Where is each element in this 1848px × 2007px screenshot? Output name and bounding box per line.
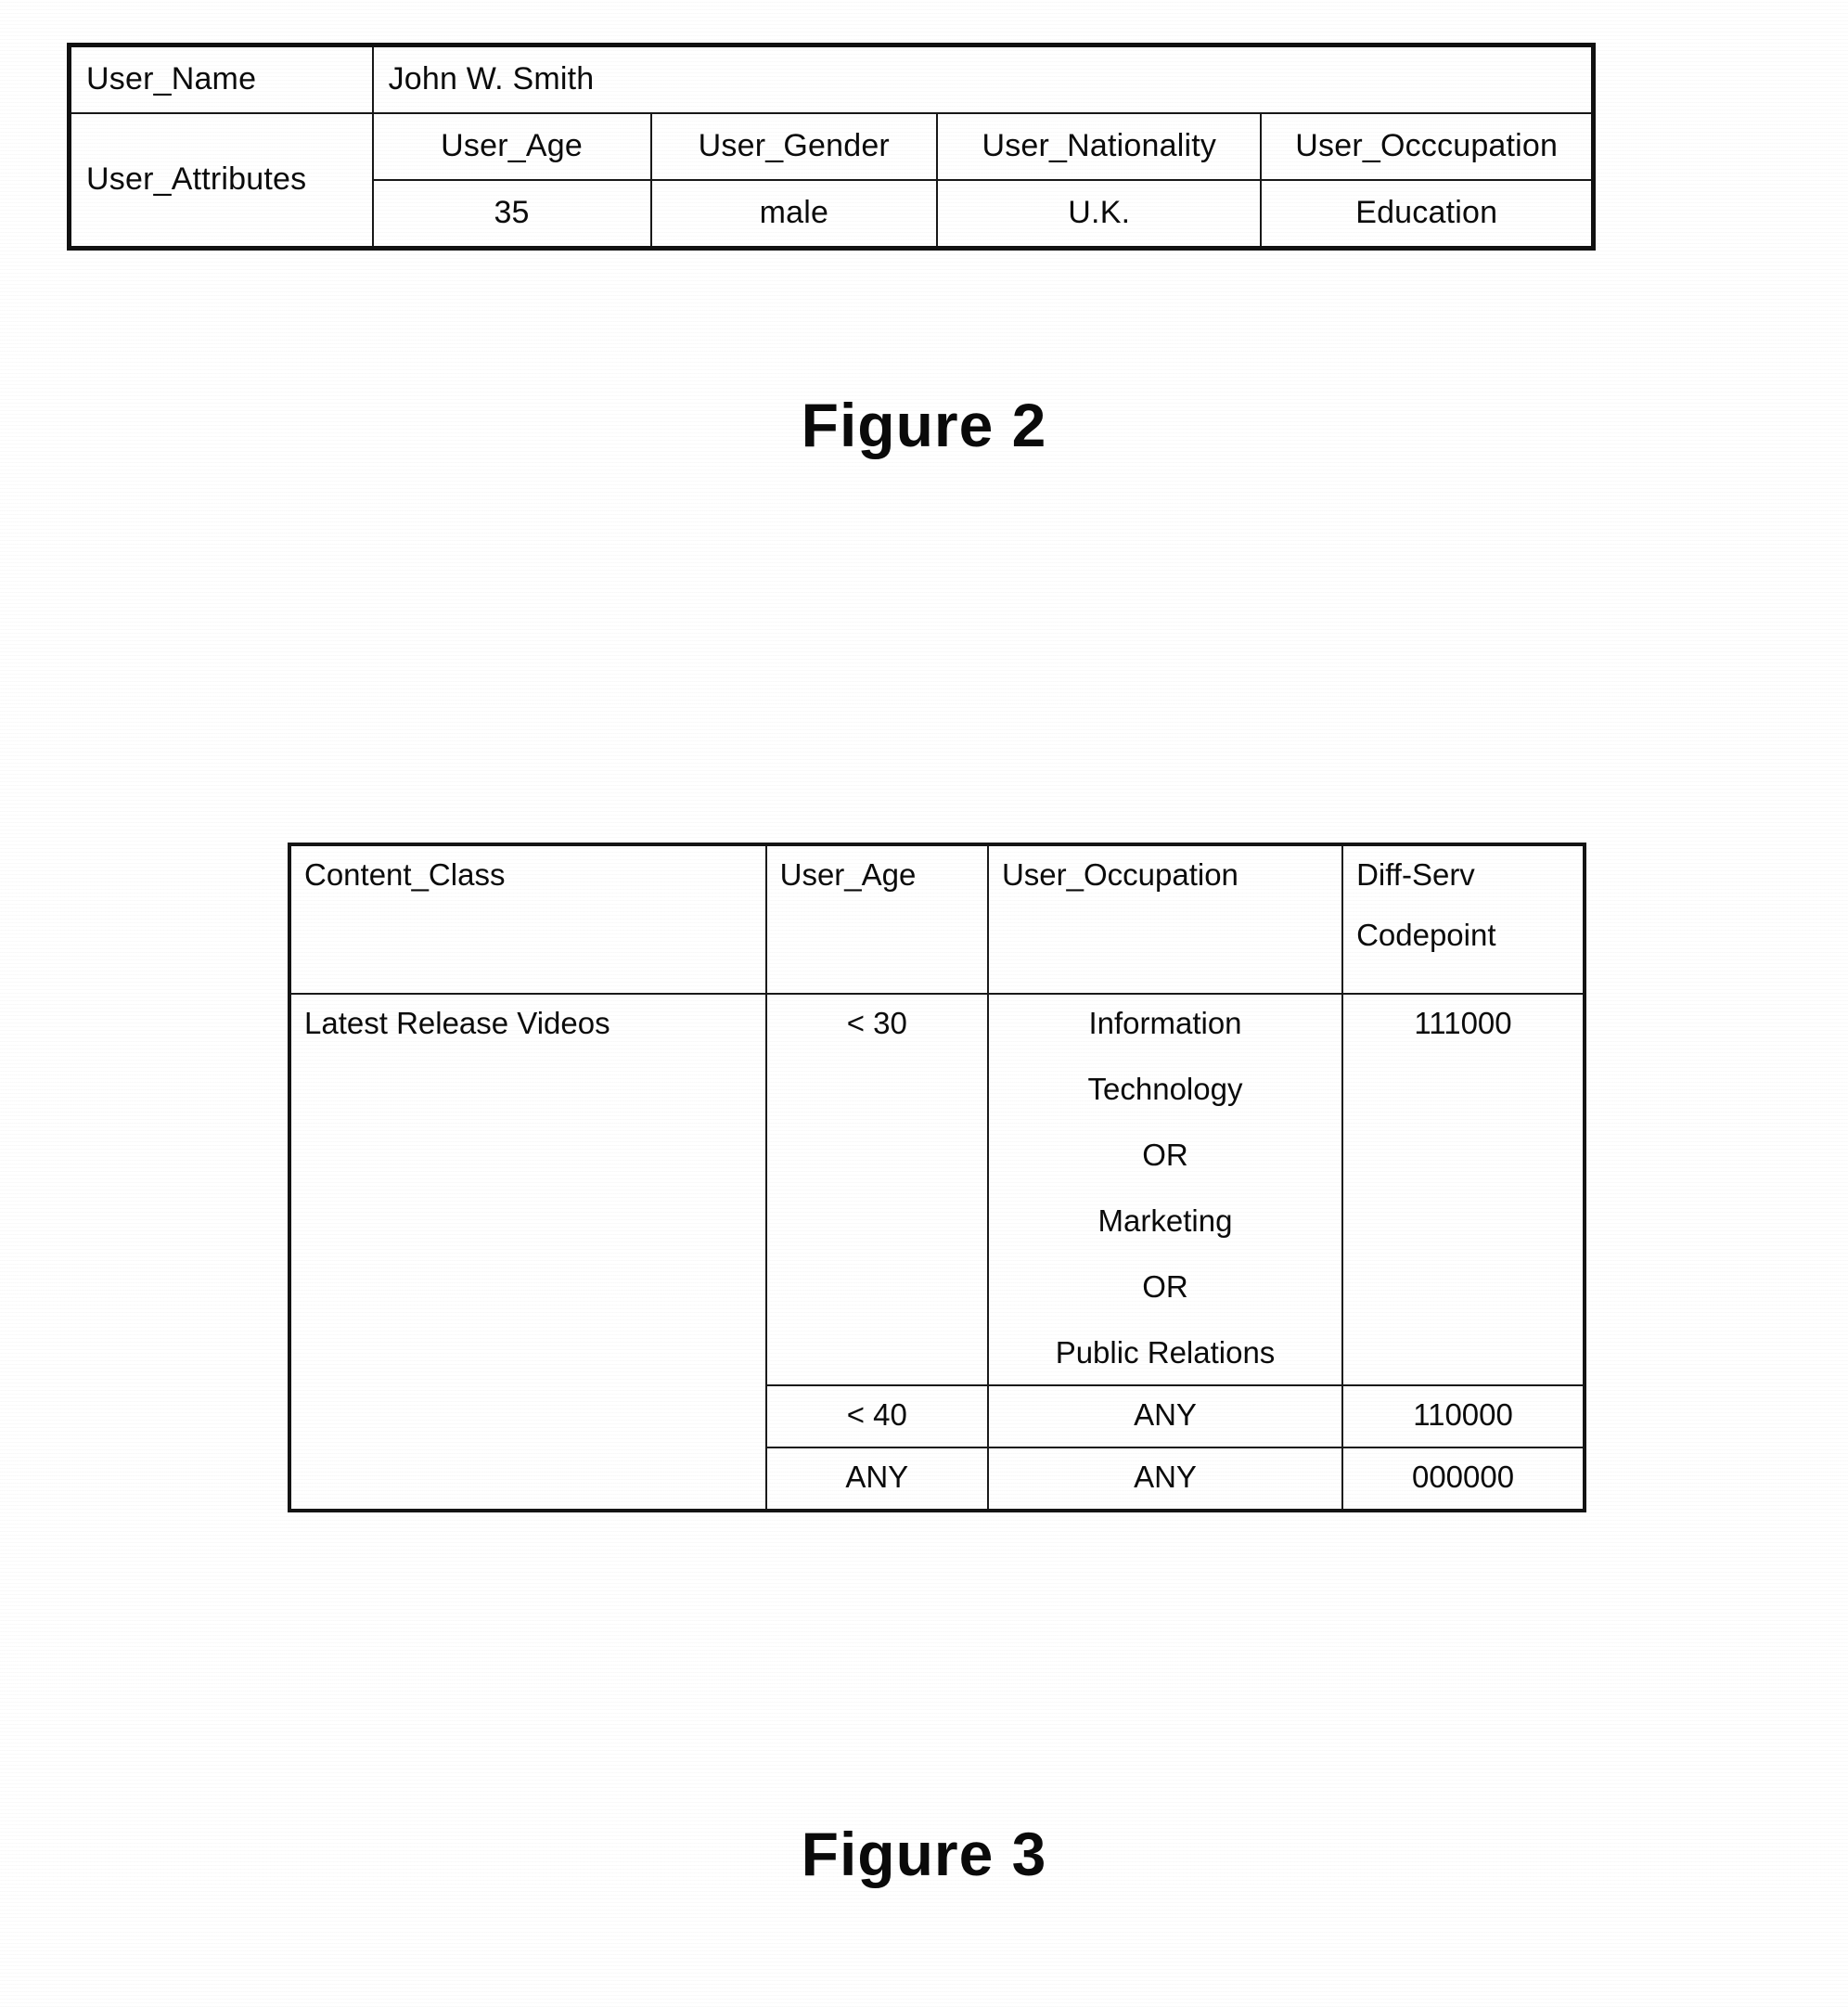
user-occupation-line-6: Public Relations bbox=[1055, 1334, 1276, 1370]
figure-3-caption: Figure 3 bbox=[801, 1820, 1047, 1888]
cell-user-attributes-label: User_Attributes bbox=[68, 112, 374, 250]
cell-header-content-class: Content_Class bbox=[289, 843, 767, 995]
cell-user-age-row-2: < 40 bbox=[764, 1383, 989, 1448]
cell-value-user-nationality: U.K. bbox=[936, 179, 1263, 250]
figure-3-table-container: Content_Class User_Age User_Occupation D… bbox=[288, 843, 1586, 1512]
header-user-age-text: User_Age bbox=[779, 857, 917, 892]
cell-diff-serv-codepoint-row-2: 110000 bbox=[1341, 1383, 1585, 1448]
cell-user-occupation-row-1: Information Technology OR Marketing OR P… bbox=[986, 993, 1344, 1386]
cell-diff-serv-codepoint-row-3: 000000 bbox=[1341, 1446, 1585, 1512]
user-occupation-line-1: Information bbox=[1088, 1006, 1242, 1040]
cell-user-name-value: John W. Smith bbox=[371, 44, 1595, 115]
figure-2-caption: Figure 2 bbox=[801, 391, 1047, 459]
header-diff-serv-line-2: Codepoint bbox=[1356, 917, 1496, 952]
user-occupation-line-3: OR bbox=[1142, 1137, 1188, 1172]
table-row: User_Attributes User_Age User_Gender Use… bbox=[68, 112, 1595, 250]
user-age-value-text: < 40 bbox=[846, 1396, 907, 1432]
header-user-nationality-text: User_Nationality bbox=[982, 128, 1217, 164]
cell-header-user-occupation: User_Occcupation bbox=[1260, 112, 1595, 182]
user-attributes-label-text: User_Attributes bbox=[86, 161, 307, 198]
cell-header-user-age: User_Age bbox=[764, 843, 989, 995]
user-occupation-line-4: Marketing bbox=[1097, 1203, 1233, 1238]
cell-header-user-age: User_Age bbox=[371, 112, 652, 182]
user-occupation-value-text: ANY bbox=[1134, 1396, 1197, 1432]
diff-serv-codepoint-value-text: 110000 bbox=[1413, 1396, 1513, 1432]
table-header-row: Content_Class User_Age User_Occupation D… bbox=[289, 843, 1585, 995]
cell-content-class-latest-release-videos: Latest Release Videos bbox=[289, 993, 767, 1512]
header-user-age-text: User_Age bbox=[441, 128, 583, 164]
figure-2-table-container: User_Name John W. Smith User_Attributes … bbox=[67, 43, 1596, 251]
header-user-gender-text: User_Gender bbox=[698, 128, 890, 164]
table-row: User_Name John W. Smith bbox=[68, 44, 1595, 115]
header-content-class-text: Content_Class bbox=[304, 857, 506, 892]
diff-serv-codepoint-value-text: 111000 bbox=[1414, 1006, 1512, 1040]
diff-serv-codepoint-value-text: 000000 bbox=[1411, 1459, 1515, 1494]
figure-3-table: Content_Class User_Age User_Occupation D… bbox=[288, 843, 1586, 1512]
value-user-gender-text: male bbox=[759, 195, 829, 231]
cell-user-age-row-1: < 30 bbox=[764, 993, 989, 1386]
user-age-value-text: < 30 bbox=[846, 1006, 907, 1040]
user-age-value-text: ANY bbox=[845, 1459, 909, 1494]
figure-2-table: User_Name John W. Smith User_Attributes … bbox=[67, 43, 1596, 251]
cell-value-user-age: 35 bbox=[371, 179, 652, 250]
content-class-value-text: Latest Release Videos bbox=[304, 1006, 610, 1040]
cell-value-user-occupation: Education bbox=[1260, 179, 1595, 250]
user-occupation-value-text: ANY bbox=[1134, 1459, 1197, 1494]
header-user-occupation-text: User_Occcupation bbox=[1295, 128, 1559, 164]
cell-diff-serv-codepoint-row-1: 111000 bbox=[1341, 993, 1585, 1386]
cell-user-name-label: User_Name bbox=[68, 44, 374, 115]
cell-header-diff-serv-codepoint: Diff-Serv Codepoint bbox=[1341, 843, 1585, 995]
user-name-value-text: John W. Smith bbox=[388, 61, 595, 96]
header-diff-serv-line-1: Diff-Serv bbox=[1356, 857, 1475, 892]
user-occupation-line-5: OR bbox=[1142, 1268, 1188, 1304]
user-occupation-line-2: Technology bbox=[1087, 1071, 1243, 1106]
value-user-nationality-text: U.K. bbox=[1068, 195, 1131, 231]
cell-header-user-nationality: User_Nationality bbox=[936, 112, 1263, 182]
user-occupation-stack: Information Technology OR Marketing OR P… bbox=[989, 995, 1341, 1384]
cell-user-occupation-row-3: ANY bbox=[986, 1446, 1344, 1512]
cell-header-user-occupation: User_Occupation bbox=[986, 843, 1344, 995]
value-user-age-text: 35 bbox=[494, 195, 530, 231]
value-user-occupation-text: Education bbox=[1355, 195, 1498, 231]
cell-value-user-gender: male bbox=[649, 179, 939, 250]
cell-user-occupation-row-2: ANY bbox=[986, 1383, 1344, 1448]
cell-user-age-row-3: ANY bbox=[764, 1446, 989, 1512]
cell-header-user-gender: User_Gender bbox=[649, 112, 939, 182]
table-row: Latest Release Videos < 30 Information T… bbox=[289, 993, 1585, 1512]
header-user-occupation-text: User_Occupation bbox=[1001, 857, 1238, 892]
user-name-label-text: User_Name bbox=[86, 61, 257, 96]
header-diff-serv-wrap: Diff-Serv Codepoint bbox=[1343, 846, 1583, 993]
